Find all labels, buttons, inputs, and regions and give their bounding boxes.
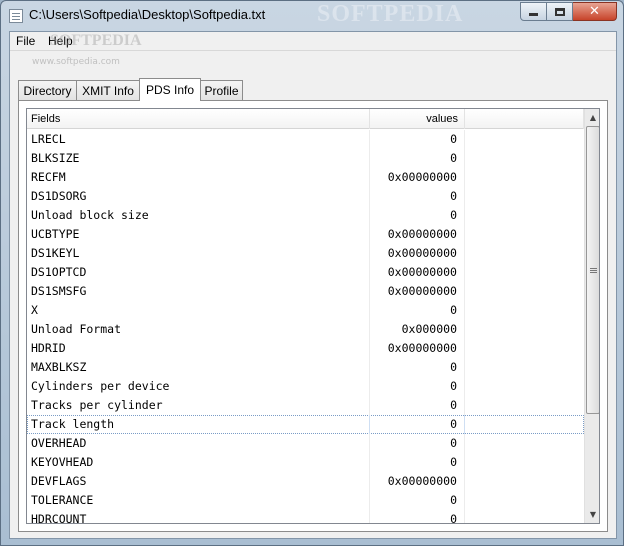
close-button[interactable]: ✕ [573, 2, 617, 21]
table-row[interactable]: HDRID 0x00000000 [27, 339, 584, 358]
table-row[interactable]: UCBTYPE 0x00000000 [27, 225, 584, 244]
maximize-icon [554, 7, 565, 16]
pds-info-panel: Fields values LRECL 0 BLKSIZE 0 RECFM 0x00000… [18, 100, 608, 532]
field-name: Unload block size [27, 206, 370, 225]
tab-directory[interactable]: Directory [18, 80, 77, 100]
table-row[interactable]: DS1DSORG 0 [27, 187, 584, 206]
field-value: 0x00000000 [370, 168, 465, 187]
table-row[interactable]: BLKSIZE 0 [27, 149, 584, 168]
field-name: HDRID [27, 339, 370, 358]
table-row[interactable]: DS1OPTCD 0x00000000 [27, 263, 584, 282]
field-value: 0x00000000 [370, 225, 465, 244]
column-header-empty [465, 109, 584, 129]
field-value: 0 [370, 510, 465, 523]
field-value: 0 [370, 415, 465, 434]
client-area: File Help SOFTPEDIA www.softpedia.com Di… [9, 31, 617, 539]
table-row[interactable]: Unload block size 0 [27, 206, 584, 225]
field-value: 0x00000000 [370, 339, 465, 358]
table-row[interactable]: HDRCOUNT 0 [27, 510, 584, 523]
field-name: RECFM [27, 168, 370, 187]
table-row[interactable]: DS1SMSFG 0x00000000 [27, 282, 584, 301]
scroll-down-icon[interactable]: ▼ [585, 506, 599, 523]
menu-watermark: SOFTPEDIA [50, 32, 142, 49]
field-name: DS1SMSFG [27, 282, 370, 301]
table-row[interactable]: Cylinders per device 0 [27, 377, 584, 396]
column-header-values[interactable]: values [370, 109, 465, 129]
tab-pds-info[interactable]: PDS Info [139, 78, 201, 101]
field-name: OVERHEAD [27, 434, 370, 453]
table-row[interactable]: TOLERANCE 0 [27, 491, 584, 510]
document-icon [9, 9, 23, 23]
field-value: 0 [370, 149, 465, 168]
table-row[interactable]: OVERHEAD 0 [27, 434, 584, 453]
table-row[interactable]: DEVFLAGS 0x00000000 [27, 472, 584, 491]
field-value: 0 [370, 434, 465, 453]
table-row[interactable]: X0 [27, 301, 584, 320]
grip-icon [589, 269, 597, 271]
field-name: LRECL [27, 130, 370, 149]
field-value: 0 [370, 453, 465, 472]
window-controls: ✕ [520, 2, 617, 21]
field-value: 0x00000000 [370, 244, 465, 263]
table-row[interactable]: Unload Format 0x000000 [27, 320, 584, 339]
tab-xmit-info[interactable]: XMIT Info [76, 80, 140, 100]
minimize-button[interactable] [520, 2, 547, 21]
window-title: C:\Users\Softpedia\Desktop\Softpedia.txt [29, 7, 266, 22]
app-window: C:\Users\Softpedia\Desktop\Softpedia.txt… [0, 0, 624, 546]
field-value: 0 [370, 491, 465, 510]
field-value: 0x00000000 [370, 263, 465, 282]
table-row[interactable]: KEYOVHEAD 0 [27, 453, 584, 472]
field-name: MAXBLKSZ [27, 358, 370, 377]
field-name: DS1KEYL [27, 244, 370, 263]
table-row[interactable]: MAXBLKSZ 0 [27, 358, 584, 377]
vertical-scrollbar[interactable]: ▲ ▼ [584, 109, 599, 523]
field-value: 0x00000000 [370, 282, 465, 301]
field-name: BLKSIZE [27, 149, 370, 168]
scroll-thumb[interactable] [586, 126, 599, 414]
field-value: 0x00000000 [370, 472, 465, 491]
close-icon: ✕ [589, 4, 600, 19]
table-row[interactable]: Tracks per cylinder 0 [27, 396, 584, 415]
column-header-fields[interactable]: Fields [27, 109, 370, 129]
field-name: DS1OPTCD [27, 263, 370, 282]
pds-fields-list[interactable]: Fields values LRECL 0 BLKSIZE 0 RECFM 0x00000… [26, 108, 600, 524]
field-name: DEVFLAGS [27, 472, 370, 491]
field-value: 0 [370, 187, 465, 206]
field-value: 0x000000 [370, 320, 465, 339]
field-name: Tracks per cylinder [27, 396, 370, 415]
url-watermark: www.softpedia.com [32, 57, 120, 67]
field-value: 0 [370, 358, 465, 377]
field-name: Unload Format [27, 320, 370, 339]
field-name: Cylinders per device [27, 377, 370, 396]
title-bar[interactable]: C:\Users\Softpedia\Desktop\Softpedia.txt… [1, 1, 623, 31]
field-value: 0 [370, 130, 465, 149]
table-row[interactable]: RECFM 0x00000000 [27, 168, 584, 187]
list-rows: LRECL 0 BLKSIZE 0 RECFM 0x00000000 DS1DSORG 0 Un… [27, 130, 584, 523]
field-name: Track length [27, 415, 370, 434]
maximize-button[interactable] [547, 2, 573, 21]
tab-profile[interactable]: Profile [200, 80, 243, 100]
menu-file[interactable]: File [16, 34, 35, 48]
watermark: SOFTPEDIA [317, 1, 464, 27]
field-value: 0 [370, 377, 465, 396]
field-name: UCBTYPE [27, 225, 370, 244]
table-row[interactable]: DS1KEYL 0x00000000 [27, 244, 584, 263]
field-value: 0 [370, 396, 465, 415]
minimize-icon [529, 13, 538, 16]
field-value: 0 [370, 301, 465, 320]
field-name: KEYOVHEAD [27, 453, 370, 472]
table-row[interactable]: Track length 0 [27, 415, 584, 434]
list-header: Fields values [27, 109, 584, 129]
table-row[interactable]: LRECL 0 [27, 130, 584, 149]
field-name: DS1DSORG [27, 187, 370, 206]
menu-bar: File Help SOFTPEDIA [10, 32, 616, 51]
scroll-up-icon[interactable]: ▲ [585, 109, 599, 126]
field-name: X [27, 301, 370, 320]
field-name: HDRCOUNT [27, 510, 370, 523]
field-name: TOLERANCE [27, 491, 370, 510]
field-value: 0 [370, 206, 465, 225]
